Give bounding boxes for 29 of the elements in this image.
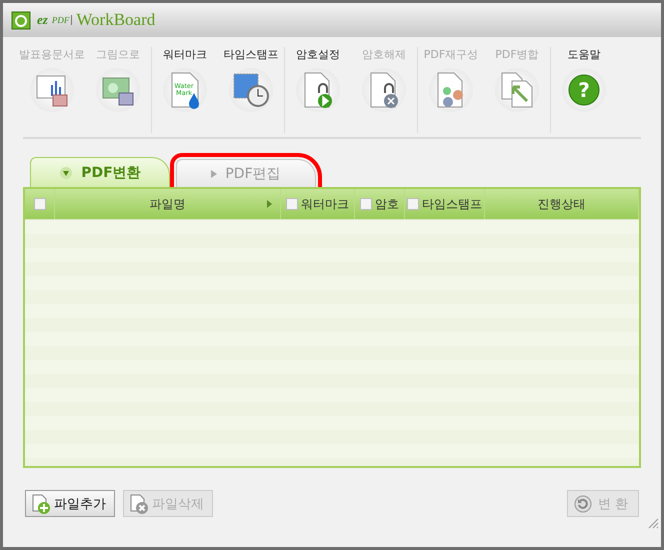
checkbox[interactable]: [34, 198, 46, 210]
column-header: 암호: [375, 196, 399, 212]
caret-right-icon: [211, 170, 218, 178]
column-header: 워터마크: [301, 196, 349, 212]
checkbox[interactable]: [360, 198, 372, 210]
logo-text: PDF: [52, 15, 72, 25]
caret-down-icon: [59, 166, 74, 180]
bar-chart-icon: [35, 73, 69, 107]
column-header: 타임스탬프: [422, 196, 482, 212]
checkbox[interactable]: [407, 198, 419, 210]
tab[interactable]: PDF변환: [30, 157, 170, 187]
help-icon: ?: [567, 73, 601, 107]
remove-file-icon: [128, 492, 150, 514]
refresh-icon: [574, 494, 592, 512]
window-title: WorkBoard: [76, 10, 156, 30]
resize-grip-icon: [647, 517, 659, 529]
toolbar-button[interactable]: 암호설정: [285, 47, 351, 133]
toolbar-button[interactable]: 도움말 ?: [551, 47, 617, 133]
documents-arrow-icon: [499, 71, 535, 109]
column-header: 파일명: [150, 196, 186, 212]
add-file-button[interactable]: 파일추가: [25, 490, 115, 517]
stamp-clock-icon: [232, 72, 270, 108]
logo-icon: [11, 9, 33, 31]
logo-text: ez: [37, 12, 48, 28]
sort-arrow-icon[interactable]: [267, 200, 272, 208]
add-file-icon: [30, 492, 52, 514]
toolbar-button[interactable]: 타임스탬프: [218, 47, 284, 133]
column-header: 진행상태: [538, 196, 586, 212]
checkbox[interactable]: [286, 198, 298, 210]
